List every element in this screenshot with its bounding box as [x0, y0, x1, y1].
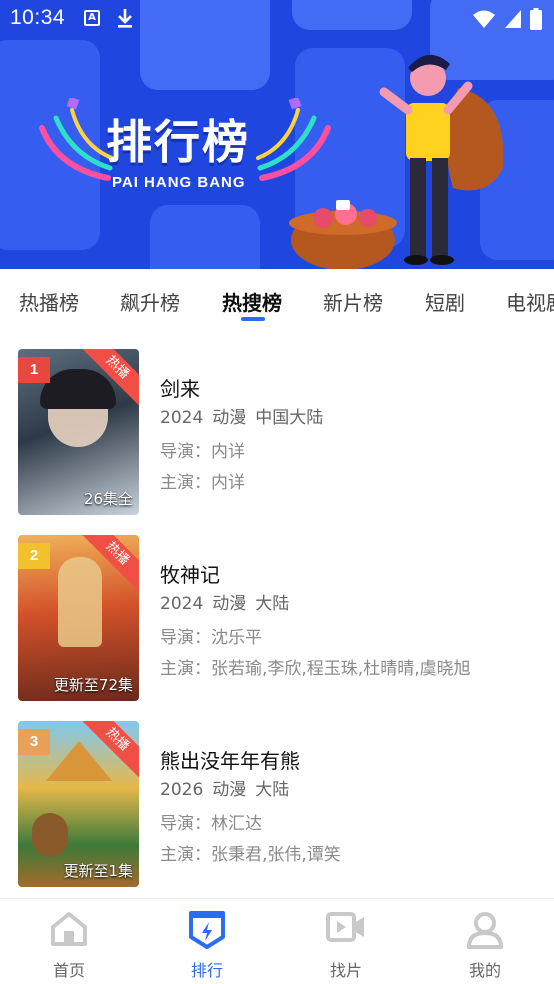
bottom-nav: 首页 排行 找片 我的 — [0, 898, 554, 984]
user-icon — [467, 912, 503, 949]
banner-title-group: 排行榜 PAI HANG BANG — [38, 88, 331, 198]
nav-label-find: 找片 — [329, 961, 362, 980]
item-cast: 主演：张若瑜,李欣,程玉珠,杜晴晴,虞晓旭 — [160, 659, 471, 679]
item-year: 2024 — [160, 594, 204, 614]
nav-find[interactable]: 找片 — [277, 899, 415, 984]
poster-image[interactable]: 热播 2 更新至72集 — [18, 535, 139, 701]
list-item[interactable]: 热播 2 更新至72集 牧神记 2024 动漫 大陆 导演：沈乐平 主演：张若瑜,李… — [18, 535, 538, 701]
item-meta: 2024 动漫 大陆 — [160, 589, 289, 614]
battery-icon — [530, 8, 542, 30]
poster-image[interactable]: 热播 3 更新至1集 — [18, 721, 139, 887]
item-title[interactable]: 牧神记 — [160, 559, 220, 588]
status-time: 10:34 — [10, 6, 66, 29]
item-region: 大陆 — [255, 594, 290, 614]
item-director: 导演：沈乐平 — [160, 628, 262, 648]
nav-label-ranking: 排行 — [190, 961, 223, 980]
home-icon — [51, 912, 87, 946]
list-item[interactable]: 热播 3 更新至1集 熊出没年年有熊 2026 动漫 大陆 导演：林汇达 主演：张秉… — [18, 721, 538, 887]
tab-active-indicator — [241, 317, 265, 321]
item-meta: 2024 动漫 中国大陆 — [160, 403, 323, 428]
tab-new-release[interactable]: 新片榜 — [323, 287, 383, 316]
item-title[interactable]: 熊出没年年有熊 — [160, 745, 300, 774]
wifi-icon — [473, 10, 495, 28]
tab-short-drama[interactable]: 短剧 — [425, 287, 465, 316]
banner-subtitle: PAI HANG BANG — [112, 174, 246, 191]
nav-home[interactable]: 首页 — [0, 899, 138, 984]
list-item[interactable]: 热播 1 26集全 剑来 2024 动漫 中国大陆 导演：内详 主演：内详 — [18, 349, 538, 515]
poster-image[interactable]: 热播 1 26集全 — [18, 349, 139, 515]
item-genre: 动漫 — [212, 594, 247, 614]
tab-hot-search[interactable]: 热搜榜 — [222, 287, 282, 316]
episode-status: 更新至72集 — [53, 676, 133, 694]
poster-figure — [32, 813, 68, 857]
nav-ranking[interactable]: 排行 — [138, 899, 276, 984]
signal-icon — [505, 10, 521, 28]
banner-title: 排行榜 — [106, 115, 250, 169]
banner-decor — [150, 205, 260, 269]
tab-rising[interactable]: 飙升榜 — [120, 287, 180, 316]
poster-figure — [58, 557, 102, 647]
item-genre: 动漫 — [212, 408, 247, 428]
item-director: 导演：林汇达 — [160, 814, 262, 834]
nav-label-home: 首页 — [52, 961, 85, 980]
category-tabs: 热播榜 飙升榜 热搜榜 新片榜 短剧 电视剧 — [0, 269, 554, 333]
download-icon — [118, 9, 132, 28]
episode-status: 更新至1集 — [63, 862, 133, 880]
item-year: 2026 — [160, 780, 204, 800]
rank-badge: 1 — [18, 357, 50, 383]
episode-status: 26集全 — [83, 490, 133, 508]
item-genre: 动漫 — [212, 780, 247, 800]
item-cast: 主演：内详 — [160, 473, 245, 493]
man-with-sack-illustration — [289, 54, 504, 269]
item-meta: 2026 动漫 大陆 — [160, 775, 289, 800]
item-region: 大陆 — [255, 780, 290, 800]
item-year: 2024 — [160, 408, 204, 428]
item-region: 中国大陆 — [255, 408, 324, 428]
nav-label-profile: 我的 — [468, 961, 501, 980]
item-cast: 主演：张秉君,张伟,谭笑 — [160, 845, 341, 865]
rank-badge: 2 — [18, 543, 50, 569]
ranking-icon — [189, 911, 225, 949]
tab-hot-play[interactable]: 热播榜 — [19, 287, 79, 316]
poster-figure — [40, 369, 116, 409]
rank-badge: 3 — [18, 729, 50, 755]
item-title[interactable]: 剑来 — [160, 373, 200, 402]
a-notification-icon: A — [84, 10, 100, 26]
nav-profile[interactable]: 我的 — [416, 899, 554, 984]
video-camera-icon — [326, 912, 364, 942]
tab-tv-series[interactable]: 电视剧 — [506, 287, 554, 316]
item-director: 导演：内详 — [160, 442, 245, 462]
status-bar: 10:34 A — [0, 0, 554, 38]
poster-figure — [46, 741, 112, 781]
banner: 10:34 A 排行榜 PAI HANG BANG — [0, 0, 554, 269]
